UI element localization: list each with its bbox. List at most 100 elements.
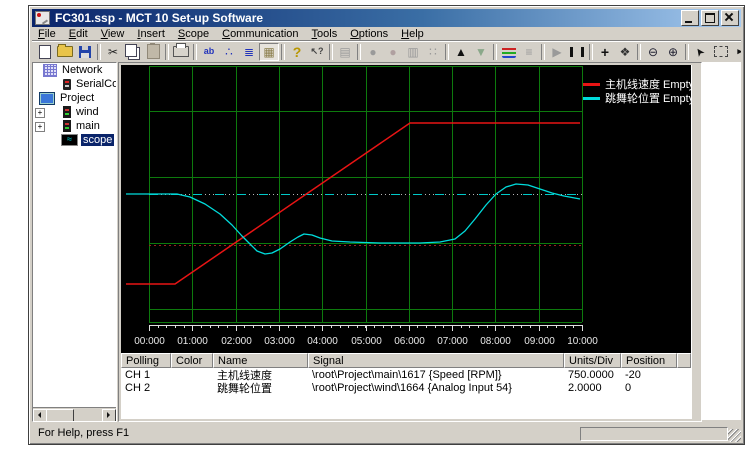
x-tick-label: 05:000 (351, 336, 382, 347)
expand-icon[interactable]: + (35, 122, 45, 132)
table-view-icon: ▦ (263, 46, 274, 58)
help-button[interactable]: ? (287, 43, 307, 61)
scope-waves-button[interactable] (499, 43, 519, 61)
workspace-background (701, 62, 741, 420)
legend-entry: 主机线速度 Empty (583, 77, 694, 91)
select-pointer-icon: ➤ (694, 45, 708, 59)
menu-item-help[interactable]: Help (395, 27, 431, 41)
record-icon: ● (389, 46, 396, 58)
table-row-ch2[interactable]: CH 2 跳舞轮位置 \root\Project\wind\1664 {Anal… (121, 381, 691, 394)
menu-item-communication[interactable]: Communication (216, 27, 305, 41)
zoom-out-button[interactable]: ⊖ (643, 43, 663, 61)
cut-button[interactable]: ✂ (103, 43, 123, 61)
maximize-button[interactable] (701, 10, 719, 26)
menu-item-insert[interactable]: Insert (131, 27, 172, 41)
parameter-ab-button[interactable]: ab (199, 43, 219, 61)
scope-plot[interactable]: 00:00001:00002:00003:00004:00005:00006:0… (121, 65, 691, 355)
scroll-thumb[interactable] (46, 409, 74, 422)
save-button[interactable] (75, 43, 95, 61)
track-cursor-button[interactable]: + (595, 43, 615, 61)
tree-item-label: wind (74, 106, 101, 118)
status-bar: For Help, press F1 (32, 424, 741, 442)
menu-item-tools[interactable]: Tools (306, 27, 345, 41)
minimize-button[interactable] (681, 10, 699, 26)
table-row-ch1[interactable]: CH 1 主机线速度 \root\Project\main\1617 {Spee… (121, 368, 691, 381)
copy-button[interactable] (123, 43, 143, 61)
scope-lines-icon: ≡ (525, 46, 532, 58)
scroll-left-button[interactable] (33, 409, 47, 422)
cut-icon: ✂ (108, 46, 118, 58)
legend-label: 跳舞轮位置 Empty (605, 90, 694, 106)
menu-item-scope[interactable]: Scope (172, 27, 216, 41)
print-button[interactable] (171, 43, 191, 61)
menu-item-file[interactable]: File (32, 27, 63, 41)
select-pointer-button[interactable]: ➤ (691, 43, 711, 61)
project-tree: NetworkSerialComProject + wind+main≈scope (32, 62, 117, 422)
tree-item-project[interactable]: Project (33, 91, 116, 105)
x-tick-label: 10:000 (567, 336, 598, 347)
parameter-list-icon: ≣ (244, 46, 254, 58)
tree-item-main[interactable]: +main (33, 119, 116, 133)
toolbar-separator (685, 44, 689, 60)
header-polling[interactable]: Polling (121, 353, 171, 368)
menu-item-edit[interactable]: Edit (63, 27, 95, 41)
table-view-button[interactable]: ▦ (259, 43, 279, 61)
context-help-button[interactable]: ↖? (307, 43, 327, 61)
cell-signal: \root\Project\main\1617 {Speed [RPM]} (308, 369, 564, 381)
tree-item-wind[interactable]: + wind (33, 105, 116, 119)
end-marker-button[interactable]: ▸| (731, 43, 741, 61)
header-color[interactable]: Color (171, 353, 213, 368)
tree-horizontal-scrollbar[interactable] (33, 407, 116, 421)
parameter-dots-button[interactable]: ∴ (219, 43, 239, 61)
tree-item-serialcom[interactable]: SerialCom (33, 77, 116, 91)
move-up-button[interactable]: ▲ (451, 43, 471, 61)
tree-item-network[interactable]: Network (33, 63, 116, 77)
legend-entry: 跳舞轮位置 Empty (583, 91, 694, 105)
context-help-icon: ↖? (310, 47, 323, 56)
tree-item-scope[interactable]: ≈scope (33, 133, 116, 147)
resize-grip[interactable] (728, 429, 741, 442)
open-button[interactable] (55, 43, 75, 61)
cell-signal: \root\Project\wind\1664 {Analog Input 54… (308, 382, 564, 394)
zoom-in-button[interactable]: ⊕ (663, 43, 683, 61)
zoom-in-icon: ⊕ (668, 46, 678, 58)
move-down-icon: ▼ (475, 46, 487, 58)
status-panel (580, 427, 728, 441)
tree-items: NetworkSerialComProject + wind+main≈scope (33, 63, 116, 147)
menu-item-options[interactable]: Options (344, 27, 395, 41)
project-icon (39, 92, 55, 105)
title-bar[interactable]: FC301.ssp - MCT 10 Set-up Software (32, 9, 741, 27)
point-cursor-icon: ❖ (620, 46, 631, 58)
pause-button[interactable] (567, 43, 587, 61)
close-button[interactable] (721, 10, 739, 26)
tree-item-label: Project (58, 92, 96, 104)
stop-comm-icon: ● (369, 46, 376, 58)
scope-legend: 主机线速度 Empty跳舞轮位置 Empty (583, 77, 694, 105)
toolbar: ✂ab∴≣▦?↖?▤●●▥∷▲▼≡▶+❖⊖⊕➤▸| (32, 40, 741, 62)
new-button[interactable] (35, 43, 55, 61)
app-icon[interactable] (35, 11, 50, 25)
zoom-box-button[interactable] (711, 43, 731, 61)
scope-canvas: 00:00001:00002:00003:00004:00005:00006:0… (121, 65, 691, 355)
parameter-list-button[interactable]: ≣ (239, 43, 259, 61)
header-units-div[interactable]: Units/Div (564, 353, 621, 368)
header-filler (677, 353, 691, 368)
help-icon: ? (293, 45, 302, 59)
menu-item-view[interactable]: View (95, 27, 132, 41)
tree-item-label: scope (81, 134, 114, 146)
header-position[interactable]: Position (621, 353, 677, 368)
expand-icon[interactable]: + (35, 108, 45, 118)
new-icon (39, 45, 51, 59)
read-from-drive-icon: ∷ (429, 46, 437, 58)
point-cursor-button[interactable]: ❖ (615, 43, 635, 61)
header-signal[interactable]: Signal (308, 353, 564, 368)
print-icon (173, 46, 189, 57)
legend-swatch (583, 83, 600, 86)
x-tick-label: 08:000 (480, 336, 511, 347)
parameter-ab-icon: ab (204, 47, 215, 56)
scroll-right-button[interactable] (102, 409, 116, 422)
cell-polling: CH 1 (121, 369, 171, 381)
toolbar-separator (541, 44, 545, 60)
trace-ch1 (126, 123, 580, 284)
x-tick-label: 06:000 (394, 336, 425, 347)
